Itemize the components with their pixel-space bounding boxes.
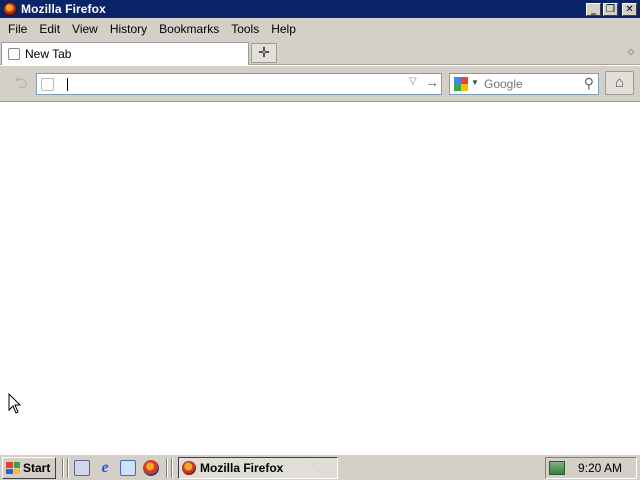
task-label: Mozilla Firefox [200, 461, 284, 475]
network-icon[interactable] [549, 461, 565, 475]
window-title: Mozilla Firefox [21, 2, 106, 16]
menu-bar: File Edit View History Bookmarks Tools H… [0, 18, 640, 40]
firefox-icon[interactable] [143, 460, 159, 476]
title-bar[interactable]: Mozilla Firefox _ ❐ ✕ [0, 0, 640, 18]
tab-new-tab[interactable]: New Tab [1, 42, 249, 65]
taskbar-button-firefox[interactable]: Mozilla Firefox [178, 457, 338, 479]
internet-explorer-icon[interactable]: e [97, 460, 113, 476]
restore-button[interactable]: ❐ [603, 2, 618, 16]
taskbar-separator [62, 458, 64, 478]
start-label: Start [23, 461, 51, 475]
mouse-cursor-icon [8, 393, 22, 414]
menu-help[interactable]: Help [265, 22, 302, 36]
menu-history[interactable]: History [104, 22, 153, 36]
menu-edit[interactable]: Edit [33, 22, 66, 36]
taskbar-separator [166, 458, 168, 478]
show-desktop-icon[interactable] [74, 460, 90, 476]
firefox-icon [182, 461, 196, 475]
clock[interactable]: 9:20 AM [578, 461, 622, 475]
home-button[interactable]: ⌂ [605, 71, 634, 95]
url-input[interactable] [65, 75, 405, 93]
tab-strip: New Tab ✛ ◇ [0, 40, 640, 65]
home-icon: ⌂ [614, 74, 625, 91]
minimize-button[interactable]: _ [586, 2, 601, 16]
page-content[interactable] [0, 103, 640, 452]
plus-icon: ✛ [258, 44, 270, 60]
google-icon[interactable] [454, 77, 468, 91]
menu-view[interactable]: View [66, 22, 104, 36]
taskbar: Start e Mozilla Firefox 9:20 AM [0, 454, 640, 480]
url-history-dropdown-icon[interactable]: ▽ [409, 76, 417, 87]
chevron-down-icon: ◇ [627, 47, 634, 56]
taskbar-separator [67, 458, 69, 478]
back-button[interactable]: ⮌ [9, 74, 33, 94]
go-arrow-icon[interactable]: → [425, 74, 439, 90]
taskbar-separator [171, 458, 173, 478]
text-caret [67, 78, 68, 91]
navigation-toolbar: ⮌ ▽ → ▼ ⚲ ⌂ [0, 66, 640, 102]
start-button[interactable]: Start [2, 457, 56, 479]
menu-bookmarks[interactable]: Bookmarks [153, 22, 225, 36]
magnifier-icon[interactable]: ⚲ [584, 75, 594, 92]
search-bar[interactable]: ▼ ⚲ [449, 73, 599, 95]
system-tray: 9:20 AM [545, 457, 637, 479]
tab-label: New Tab [25, 47, 72, 61]
menu-file[interactable]: File [2, 22, 33, 36]
menu-tools[interactable]: Tools [225, 22, 265, 36]
engine-dropdown-icon[interactable]: ▼ [471, 78, 479, 87]
site-identity-icon[interactable] [41, 78, 54, 91]
close-button[interactable]: ✕ [622, 2, 637, 16]
window-controls: _ ❐ ✕ [586, 2, 637, 16]
list-all-tabs-button[interactable]: ◇ [628, 47, 634, 56]
view-channels-icon[interactable] [120, 460, 136, 476]
windows-logo-icon [6, 462, 20, 474]
url-bar[interactable]: ▽ → [36, 73, 442, 95]
back-arrow-icon: ⮌ [14, 75, 28, 92]
firefox-icon [3, 2, 17, 16]
blank-page-icon [8, 48, 20, 60]
new-tab-button[interactable]: ✛ [251, 43, 277, 63]
search-input[interactable] [484, 75, 574, 93]
